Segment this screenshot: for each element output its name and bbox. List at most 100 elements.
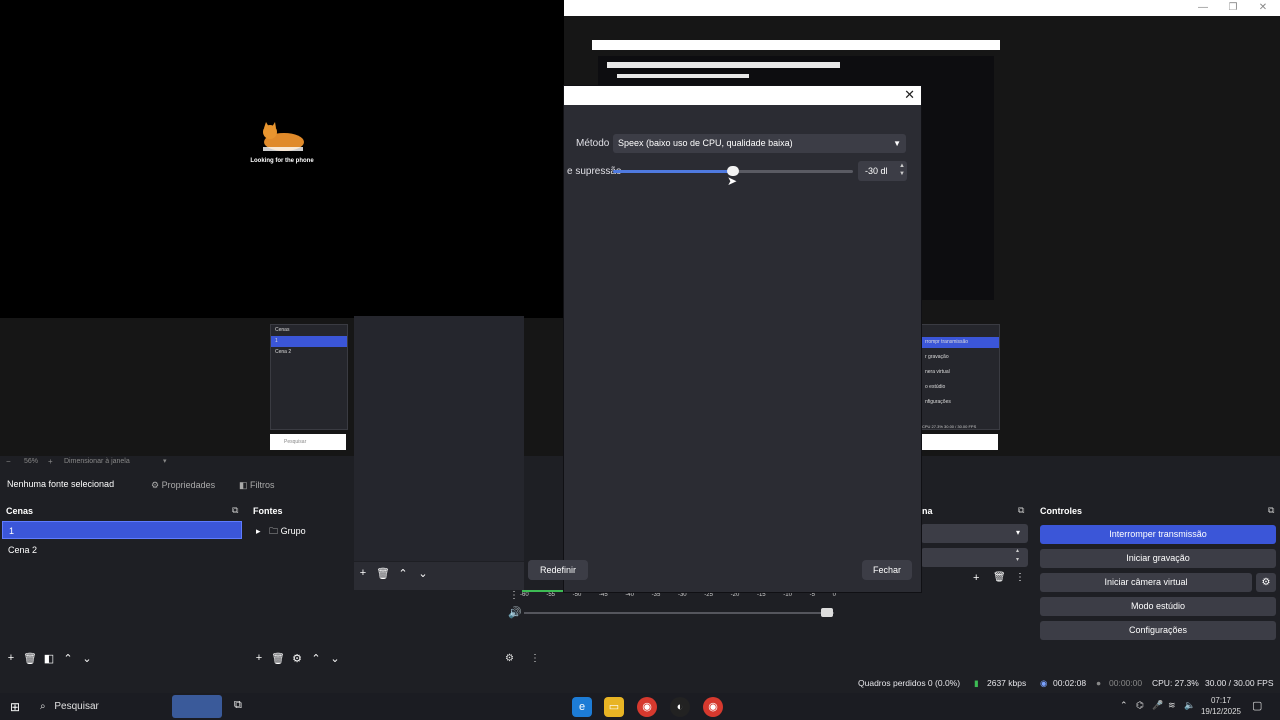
nested-control: nera virtual (925, 369, 950, 375)
mixer-settings-icon[interactable]: ⚙ (505, 653, 514, 664)
more-options-icon[interactable]: ⋮ (509, 590, 519, 601)
gear-icon: ⚙ (151, 480, 160, 490)
search-highlight-image[interactable] (172, 695, 222, 718)
clock[interactable]: 07:17 19/12/2025 (1200, 695, 1242, 717)
meter-tick: -55 (546, 592, 555, 598)
undock-icon[interactable]: ⧉ (1268, 505, 1274, 516)
method-label: Método (576, 138, 610, 149)
filters-icon: ◧ (239, 480, 248, 490)
close-button[interactable]: Fechar (862, 560, 912, 580)
duration-field[interactable] (921, 548, 1028, 567)
restore-icon[interactable]: ❐ (1218, 0, 1248, 16)
trash-icon[interactable]: 🗑 (271, 652, 285, 665)
scenes-title: Cenas (6, 506, 34, 516)
scene-item[interactable]: Cena 2 (2, 541, 242, 559)
source-item[interactable]: ▸ 🗀 Grupo (256, 524, 306, 540)
dialog-title-bar: ✕ (564, 86, 921, 105)
noise-suppression-dialog: ✕ Método Speex (baixo uso de CPU, qualid… (354, 86, 921, 592)
meter-tick: -5 (809, 592, 815, 598)
volume-slider[interactable] (524, 612, 834, 614)
zoom-in-icon[interactable]: + (48, 457, 53, 466)
chevron-down-icon[interactable]: ▾ (1016, 528, 1020, 537)
transition-select[interactable] (921, 524, 1028, 543)
nested-controls-panel: rrompr transmissão r gravação nera virtu… (920, 324, 1000, 430)
spin-arrows-icon[interactable]: ▴ ▾ (1016, 547, 1019, 565)
nested-scenes-title: Cenas (275, 327, 290, 333)
undock-icon[interactable]: ⧉ (232, 505, 238, 516)
wifi-icon[interactable]: ≋ (1168, 700, 1176, 711)
nested-status: CPU 27.3% 30.00 / 30.00 FPS (922, 424, 977, 429)
up-icon[interactable]: ⌃ (61, 652, 75, 665)
method-select[interactable]: Speex (baixo uso de CPU, qualidade baixa… (613, 134, 906, 153)
settings-button[interactable]: Configurações (1040, 621, 1276, 640)
obs-icon[interactable]: ◐ (670, 697, 690, 717)
chrome-icon[interactable]: ◉ (703, 697, 723, 717)
undock-icon[interactable]: ⧉ (1018, 505, 1024, 516)
spin-arrows-icon[interactable]: ▲ ▼ (899, 162, 905, 178)
trash-icon[interactable]: 🗑 (993, 572, 1006, 583)
more-options-icon[interactable]: ⋮ (530, 653, 540, 664)
filters-label: Filtros (250, 480, 275, 490)
gear-icon[interactable]: ⚙ (290, 652, 304, 665)
task-view-icon[interactable]: ⧉ (234, 699, 242, 712)
scene-item[interactable]: 1 (2, 521, 242, 539)
meter-tick: -45 (598, 592, 608, 598)
meter-tick: -25 (704, 592, 713, 598)
add-scene-icon[interactable]: + (4, 652, 18, 665)
expand-arrow-icon[interactable]: ▸ (256, 526, 261, 536)
close-icon[interactable]: ✕ (904, 87, 915, 103)
meter-tick: -50 (572, 592, 582, 598)
virtual-camera-button[interactable]: Iniciar câmera virtual (1040, 573, 1252, 592)
suppression-slider[interactable] (613, 166, 853, 176)
chevron-up-icon[interactable]: ⌃ (1120, 700, 1128, 711)
properties-label: Propriedades (161, 480, 216, 490)
up-icon[interactable]: ⌃ (396, 567, 410, 580)
edge-icon[interactable]: e (572, 697, 592, 717)
record-icon: ● (1096, 678, 1102, 688)
add-filter-icon[interactable]: + (356, 567, 370, 579)
close-window-icon[interactable]: ✕ (1248, 0, 1278, 16)
speaker-icon[interactable]: 🔊 (508, 606, 522, 619)
more-options-icon[interactable]: ⋮ (1015, 572, 1025, 583)
resize-select[interactable]: Dimensionar à janela (64, 458, 130, 465)
nested-control: r gravação (925, 354, 949, 360)
file-explorer-icon[interactable]: ▭ (604, 697, 624, 717)
down-icon[interactable]: ⌄ (416, 567, 430, 580)
down-icon[interactable]: ⌄ (328, 652, 342, 665)
suppression-spinbox[interactable]: -30 dl ▲ ▼ (858, 161, 907, 181)
volume-knob[interactable] (821, 608, 833, 617)
minimize-icon[interactable]: — (1188, 0, 1218, 16)
trash-icon[interactable]: 🗑 (23, 652, 37, 665)
stream-time: 00:02:08 (1053, 678, 1087, 688)
down-icon[interactable]: ⌄ (80, 652, 94, 665)
add-source-icon[interactable]: + (252, 652, 266, 665)
bitrate: 2637 kbps (987, 678, 1027, 688)
gear-icon[interactable]: ⚙ (1256, 573, 1276, 592)
taskbar: ⊞ ⌕ Pesquisar ⧉ e ▭ ◉ ◐ ◉ ⌃ ⌬ 🎤 ≋ 🔈 07:1… (0, 693, 1280, 720)
nested-scenes-panel: Cenas 1 Cena 2 (270, 324, 348, 430)
notification-icon[interactable]: ▢ (1252, 699, 1262, 712)
windows-start-icon[interactable]: ⊞ (10, 700, 20, 714)
up-icon[interactable]: ⌃ (309, 652, 323, 665)
add-transition-icon[interactable]: + (973, 572, 979, 584)
trash-icon[interactable]: 🗑 (376, 567, 390, 580)
microphone-icon[interactable]: 🎤 (1152, 700, 1163, 711)
window-title-bar (564, 0, 1280, 16)
filters-icon[interactable]: ◧ (42, 652, 56, 665)
clock-date: 19/12/2025 (1200, 707, 1242, 716)
studio-mode-button[interactable]: Modo estúdio (1040, 597, 1276, 616)
chrome-icon[interactable]: ◉ (637, 697, 657, 717)
reset-button[interactable]: Redefinir (528, 560, 588, 580)
meter-tick: -15 (756, 592, 766, 598)
nested-control: rrompr transmissão (921, 337, 999, 348)
clock-time: 07:17 (1210, 696, 1232, 705)
zoom-out-icon[interactable]: − (6, 457, 11, 466)
stop-stream-button[interactable]: Interromper transmissão (1040, 525, 1276, 544)
chevron-down-icon[interactable]: ▾ (163, 457, 167, 465)
filters-button[interactable]: ◧ Filtros (234, 477, 284, 493)
start-recording-button[interactable]: Iniciar gravação (1040, 549, 1276, 568)
usb-icon[interactable]: ⌬ (1136, 700, 1144, 711)
nested-scene-item: 1 (271, 336, 347, 347)
properties-button[interactable]: ⚙ Propriedades (146, 477, 222, 493)
volume-icon[interactable]: 🔈 (1184, 700, 1195, 711)
